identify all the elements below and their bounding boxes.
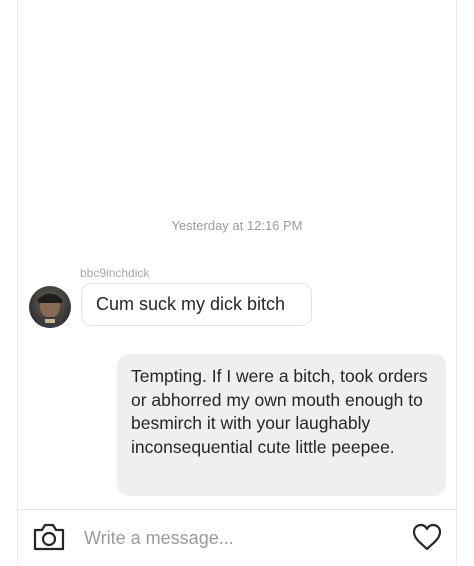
avatar[interactable]: [29, 286, 71, 328]
message-input[interactable]: [84, 524, 402, 552]
message-timestamp: Yesterday at 12:16 PM: [171, 218, 303, 233]
camera-icon[interactable]: [32, 521, 66, 553]
outgoing-message-bubble[interactable]: Tempting. If I were a bitch, took orders…: [117, 354, 446, 496]
avatar-image: [29, 286, 71, 328]
message-thread: Yesterday at 12:16 PM bbc9inchdick Cum s…: [18, 0, 456, 509]
conversation-window: Yesterday at 12:16 PM bbc9inchdick Cum s…: [17, 0, 457, 566]
sender-username[interactable]: bbc9inchdick: [80, 266, 149, 280]
heart-icon[interactable]: [411, 522, 443, 552]
incoming-message-bubble[interactable]: Cum suck my dick bitch: [81, 283, 312, 326]
message-composer: [18, 509, 456, 566]
